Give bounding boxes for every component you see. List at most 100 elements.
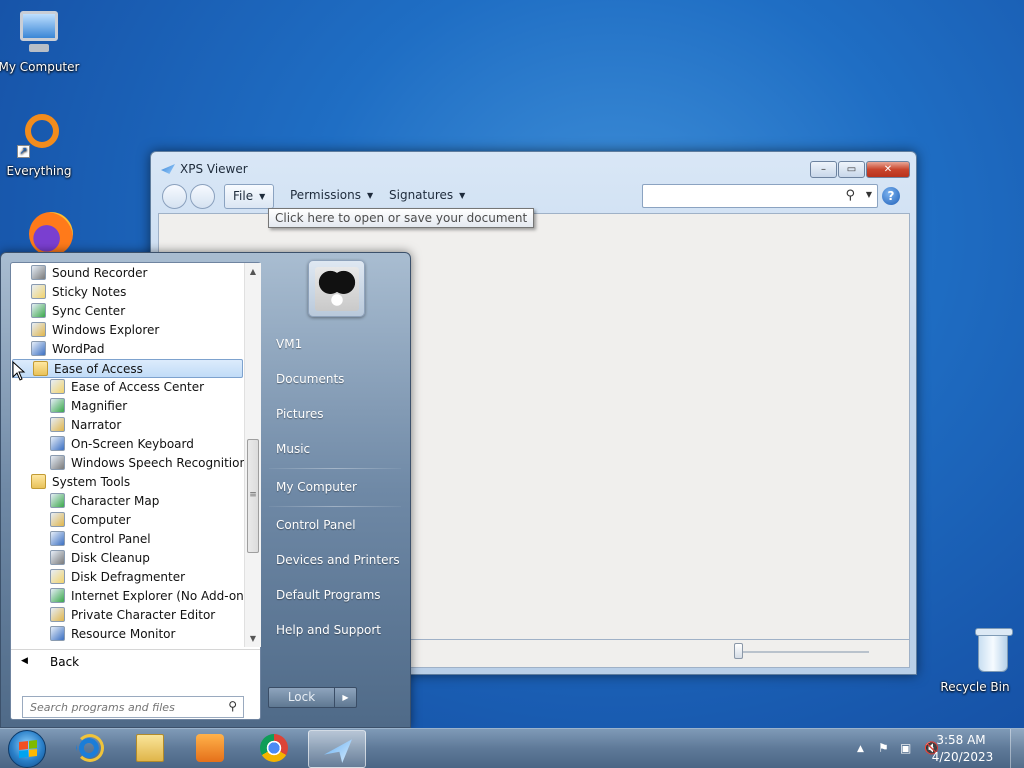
program-label: Narrator [71, 418, 122, 432]
program-list-item[interactable]: Internet Explorer (No Add-ons) [11, 587, 244, 606]
start-search-input[interactable] [23, 697, 219, 717]
start-link-pictures[interactable]: Pictures [276, 404, 401, 424]
divider [269, 506, 401, 507]
program-label: Sticky Notes [52, 285, 127, 299]
folder-icon [31, 474, 46, 489]
program-icon [31, 341, 46, 356]
desktop-icon-recycle-bin[interactable]: Recycle Bin [933, 628, 1017, 694]
search-icon[interactable]: ⚲ [228, 699, 237, 713]
scrollbar-thumb[interactable]: ≡ [247, 439, 259, 553]
back-nav-button[interactable] [162, 184, 187, 209]
taskbar-app-button[interactable] [61, 730, 119, 768]
document-search-box[interactable]: ⚲ ▼ [642, 184, 878, 208]
program-list-item[interactable]: Sticky Notes [11, 283, 242, 302]
program-label: Ease of Access [54, 362, 143, 376]
program-label: Private Character Editor [71, 608, 216, 622]
start-link-music[interactable]: Music [276, 439, 401, 459]
back-arrow-icon: ◀ [21, 656, 28, 666]
program-list-item[interactable]: Character Map [11, 492, 242, 511]
program-list-item[interactable]: System Tools [11, 473, 242, 492]
window-titlebar[interactable]: XPS Viewer – ▭ ✕ [151, 152, 916, 182]
program-list-item[interactable]: Private Character Editor [11, 606, 242, 625]
start-search-box[interactable]: ⚲ [22, 696, 244, 718]
scroll-down-icon[interactable]: ▼ [245, 630, 261, 647]
program-list-item[interactable]: On-Screen Keyboard [11, 435, 242, 454]
start-link-default-programs[interactable]: Default Programs [276, 585, 401, 605]
divider [269, 468, 401, 469]
action-center-flag-icon[interactable]: ⚑ [878, 741, 889, 755]
maximize-button[interactable]: ▭ [838, 161, 865, 178]
scroll-up-icon[interactable]: ▲ [245, 263, 261, 280]
media-player-icon [196, 734, 224, 762]
xps-viewer-icon [161, 164, 175, 174]
start-link-documents[interactable]: Documents [276, 369, 401, 389]
program-list-item[interactable]: Disk Cleanup [11, 549, 242, 568]
program-list-item[interactable]: Windows Speech Recognition [11, 454, 244, 473]
permissions-menu-button[interactable]: Permissions ▼ [282, 184, 381, 209]
program-list-item[interactable]: Computer [11, 511, 242, 530]
program-list-item[interactable]: Resource Monitor [11, 625, 242, 644]
shutdown-options-button[interactable]: ▶ [335, 687, 357, 708]
program-list-item[interactable]: Windows Explorer [11, 321, 242, 340]
file-menu-label: File [233, 189, 254, 203]
program-label: Computer [71, 513, 131, 527]
program-list-item[interactable]: Control Panel [11, 530, 242, 549]
start-link-my-computer[interactable]: My Computer [276, 477, 401, 497]
everything-app-icon: ↗ [15, 112, 63, 160]
clock-time[interactable]: 3:58 AM [926, 733, 996, 747]
program-icon [50, 455, 65, 470]
program-list-item[interactable]: Disk Defragmenter [11, 568, 242, 587]
program-label: Magnifier [71, 399, 128, 413]
start-link-help-support[interactable]: Help and Support [276, 620, 401, 640]
taskbar-app-button[interactable] [121, 730, 179, 768]
program-list-item[interactable]: Sync Center [11, 302, 242, 321]
program-list-item[interactable]: Magnifier [11, 397, 242, 416]
zoom-slider-thumb[interactable] [734, 643, 743, 659]
show-desktop-button[interactable] [1010, 729, 1024, 768]
desktop-icon-everything[interactable]: ↗ Everything [0, 112, 81, 178]
program-list-item[interactable]: WordPad [11, 340, 242, 359]
user-picture[interactable] [308, 260, 365, 317]
program-list-item[interactable]: Narrator [11, 416, 242, 435]
help-icon[interactable]: ? [882, 187, 900, 205]
program-list-scrollbar[interactable]: ▲ ≡ ▼ [244, 263, 261, 647]
start-link-user[interactable]: VM1 [276, 334, 401, 354]
computer-icon [15, 8, 63, 56]
chevron-right-icon: ▶ [342, 693, 349, 702]
chevron-down-icon[interactable]: ▼ [866, 190, 872, 199]
back-button[interactable]: ◀ Back [11, 649, 260, 675]
program-list-item[interactable]: Ease of Access Center [11, 378, 242, 397]
program-icon [50, 569, 65, 584]
signatures-menu-button[interactable]: Signatures ▼ [381, 184, 473, 209]
search-icon[interactable]: ⚲ [845, 188, 855, 203]
network-icon[interactable]: ▣ [900, 741, 911, 755]
program-label: Windows Explorer [52, 323, 160, 337]
program-list-item[interactable]: Sound Recorder [11, 264, 242, 283]
start-button[interactable] [8, 730, 46, 768]
close-button[interactable]: ✕ [866, 161, 910, 178]
program-icon [50, 379, 65, 394]
forward-nav-button[interactable] [190, 184, 215, 209]
zoom-slider-track[interactable] [739, 651, 869, 653]
permissions-menu-label: Permissions [290, 188, 361, 202]
desktop-icon-my-computer[interactable]: My Computer [0, 8, 81, 74]
taskbar-app-button[interactable] [308, 730, 366, 768]
taskbar-app-button[interactable] [181, 730, 239, 768]
lock-button[interactable]: Lock [268, 687, 335, 708]
show-hidden-icons-icon[interactable]: ▲ [857, 744, 864, 754]
program-icon [31, 265, 46, 280]
file-menu-button[interactable]: File ▼ [224, 184, 275, 209]
program-label: Control Panel [71, 532, 151, 546]
start-link-devices-printers[interactable]: Devices and Printers [276, 550, 401, 570]
desktop-icon-label: Everything [6, 164, 72, 178]
all-programs-pane: Sound Recorder Sticky Notes Sync Center Win… [10, 262, 261, 720]
program-label: Sync Center [52, 304, 126, 318]
program-icon [50, 626, 65, 641]
windows-explorer-icon [136, 734, 164, 762]
program-list-item[interactable]: Ease of Access [12, 359, 243, 378]
taskbar-app-button[interactable] [245, 730, 303, 768]
start-link-control-panel[interactable]: Control Panel [276, 515, 401, 535]
file-menu-tooltip: Click here to open or save your document [268, 208, 535, 228]
minimize-button[interactable]: – [810, 161, 837, 178]
clock-date[interactable]: 4/20/2023 [925, 750, 1000, 764]
